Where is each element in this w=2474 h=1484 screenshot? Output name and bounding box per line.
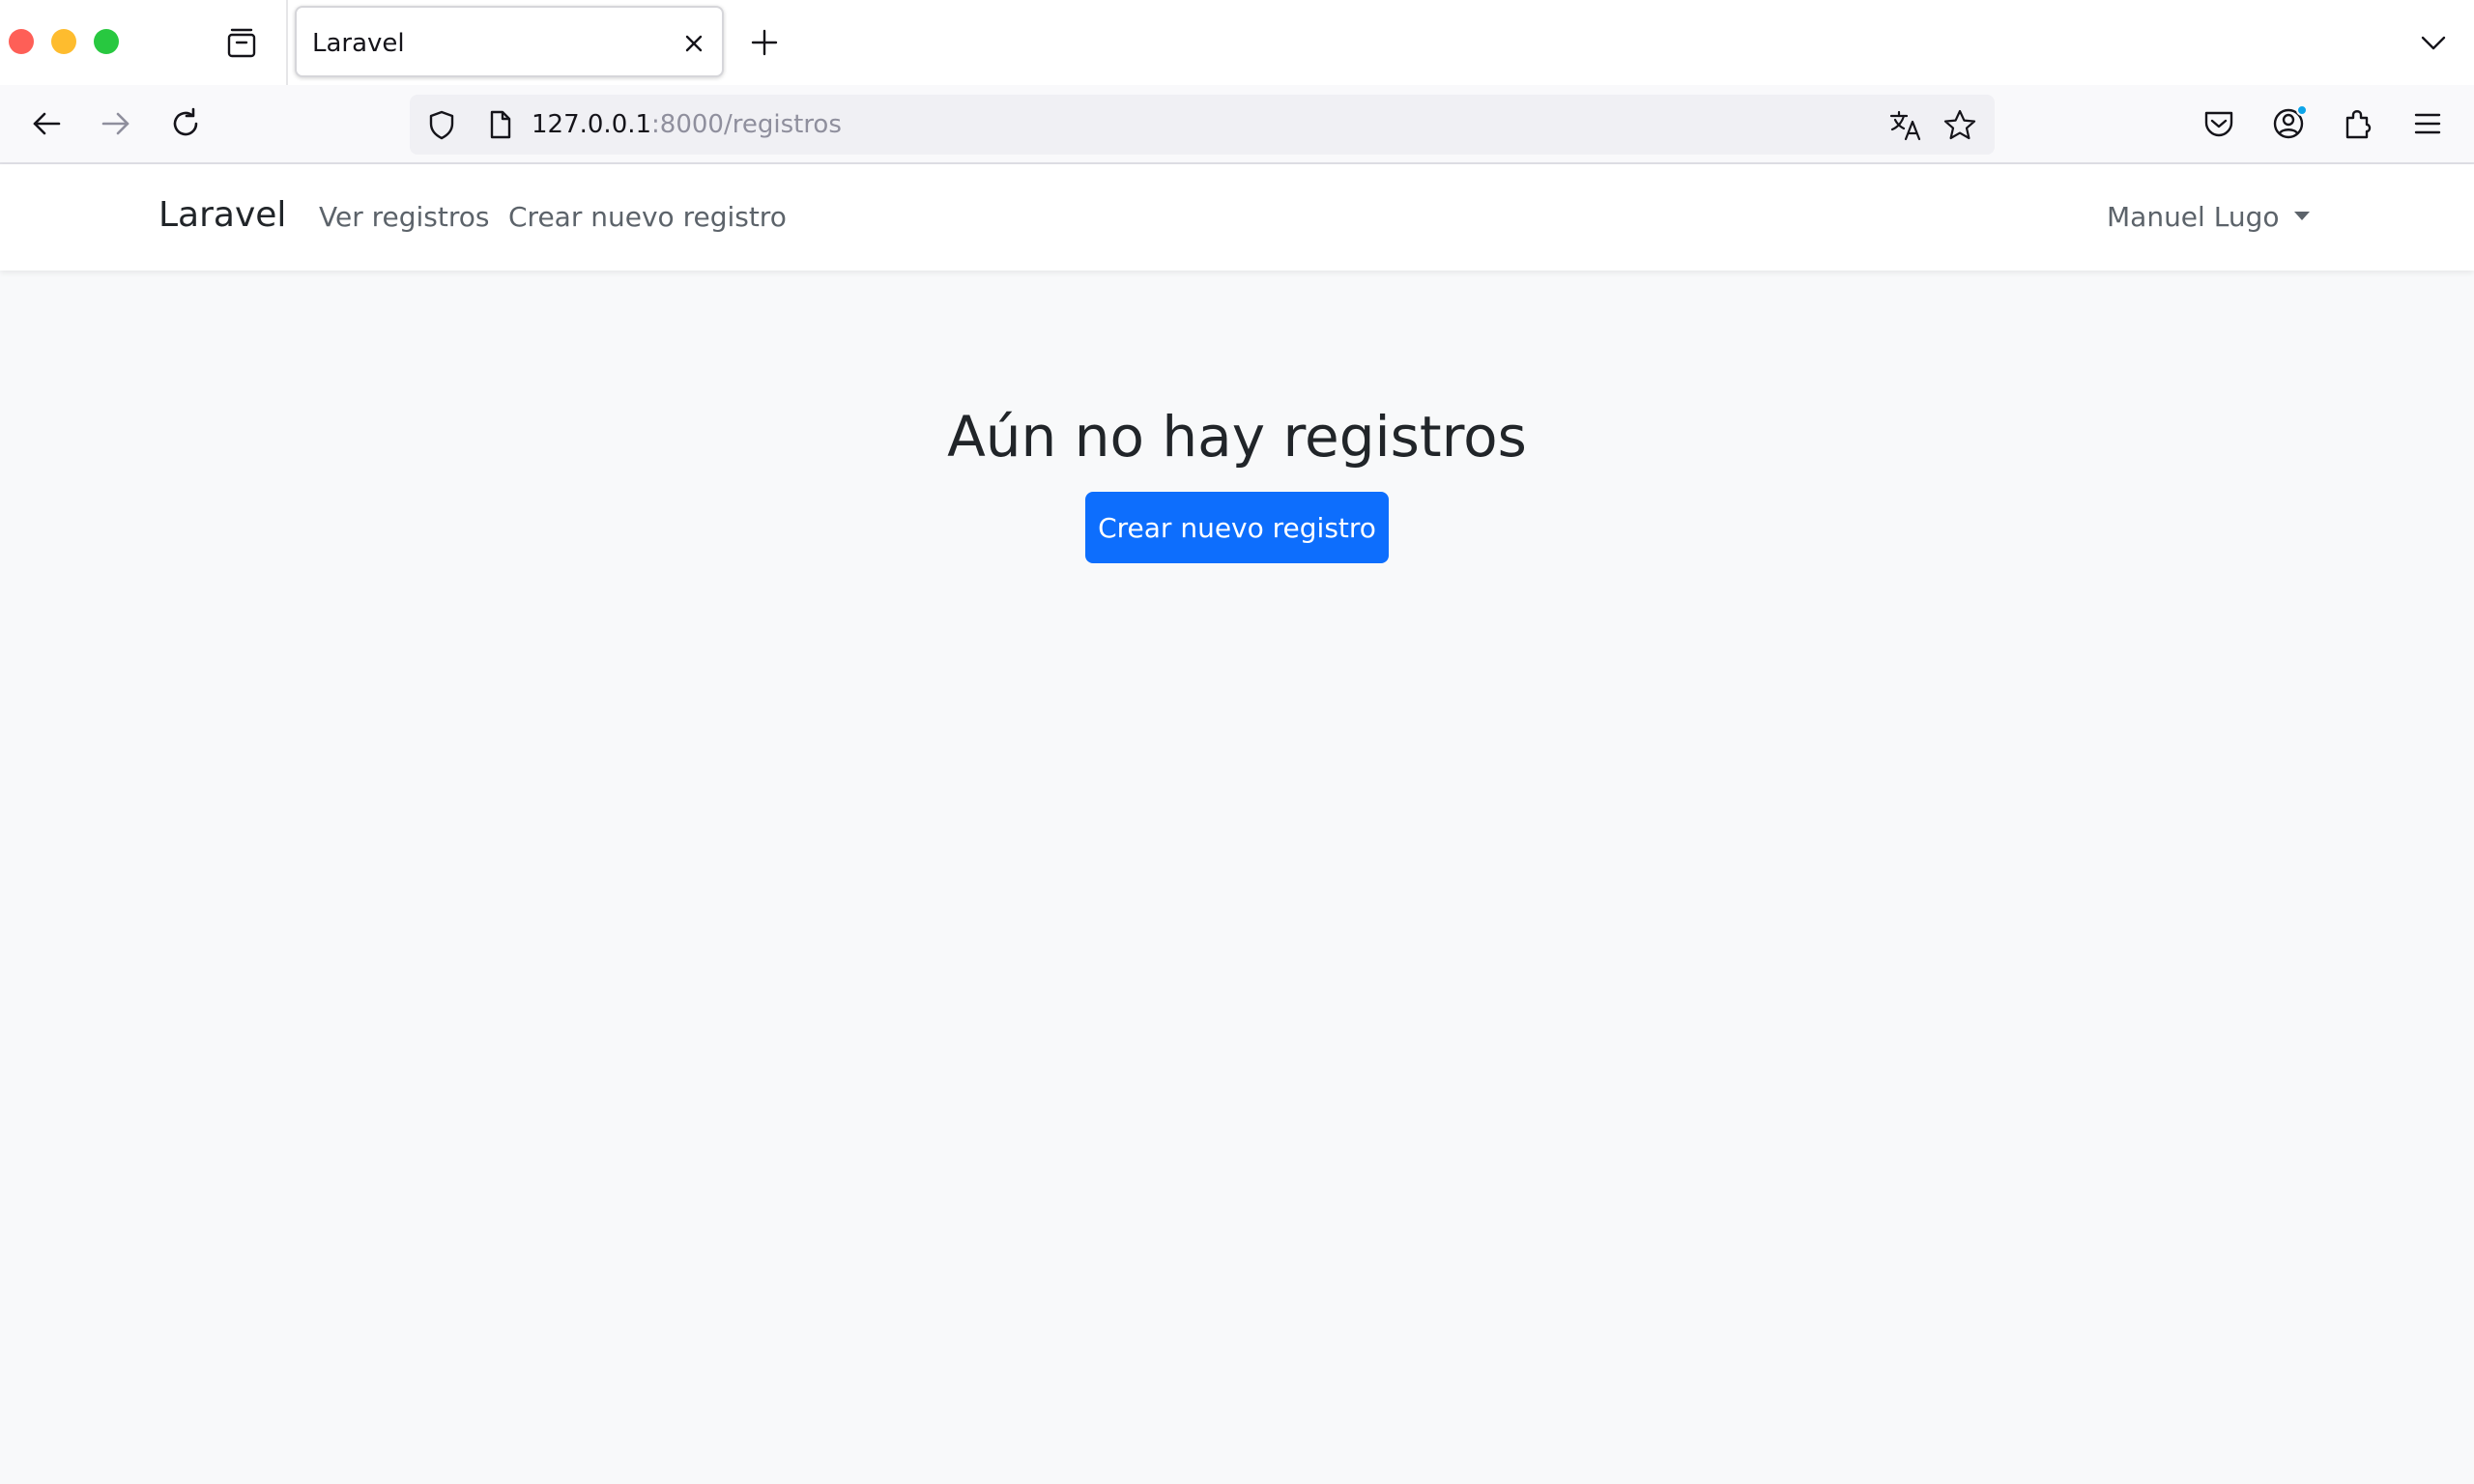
maximize-window-button[interactable] — [94, 29, 119, 54]
minimize-window-button[interactable] — [51, 29, 76, 54]
browser-tab-active[interactable]: Laravel — [295, 6, 724, 77]
close-tab-icon[interactable] — [679, 29, 708, 58]
tab-title: Laravel — [312, 29, 405, 58]
close-window-button[interactable] — [9, 29, 34, 54]
user-name: Manuel Lugo — [2107, 201, 2280, 233]
bookmark-star-icon[interactable] — [1942, 108, 1977, 143]
address-bar[interactable]: 127.0.0.1:8000/registros — [410, 95, 1995, 155]
empty-state-heading: Aún no hay registros — [947, 404, 1527, 470]
hamburger-menu-icon[interactable] — [2408, 104, 2447, 143]
app-navbar: Laravel Ver registros Crear nuevo regist… — [0, 164, 2474, 271]
url-path: :8000/registros — [651, 110, 842, 139]
account-notification-dot — [2296, 104, 2308, 116]
pocket-icon[interactable] — [2200, 104, 2238, 143]
extensions-puzzle-icon[interactable] — [2339, 104, 2377, 143]
empty-state: Aún no hay registros — [0, 404, 2474, 470]
forward-arrow-icon[interactable] — [97, 104, 135, 143]
nav-link-crear-registro[interactable]: Crear nuevo registro — [508, 201, 787, 233]
navbar-brand[interactable]: Laravel — [158, 195, 286, 235]
url-text[interactable]: 127.0.0.1:8000/registros — [532, 110, 842, 139]
browser-toolbar: 127.0.0.1:8000/registros — [0, 85, 2474, 164]
back-arrow-icon[interactable] — [27, 104, 66, 143]
tab-manager-icon[interactable] — [224, 25, 259, 60]
reload-icon[interactable] — [166, 104, 205, 143]
new-tab-plus-icon[interactable] — [747, 25, 782, 60]
tab-separator — [286, 0, 288, 85]
url-host: 127.0.0.1 — [532, 110, 652, 139]
caret-down-icon — [2294, 212, 2311, 220]
user-dropdown-toggle[interactable]: Manuel Lugo — [2107, 201, 2311, 233]
page-info-icon[interactable] — [483, 108, 516, 141]
shield-icon[interactable] — [425, 108, 458, 141]
translate-icon[interactable] — [1888, 108, 1923, 143]
list-all-tabs-chevron-down-icon[interactable] — [2418, 27, 2449, 58]
browser-tab-bar: Laravel — [0, 0, 2474, 85]
nav-link-ver-registros[interactable]: Ver registros — [319, 201, 489, 233]
create-record-button[interactable]: Crear nuevo registro — [1085, 492, 1389, 563]
